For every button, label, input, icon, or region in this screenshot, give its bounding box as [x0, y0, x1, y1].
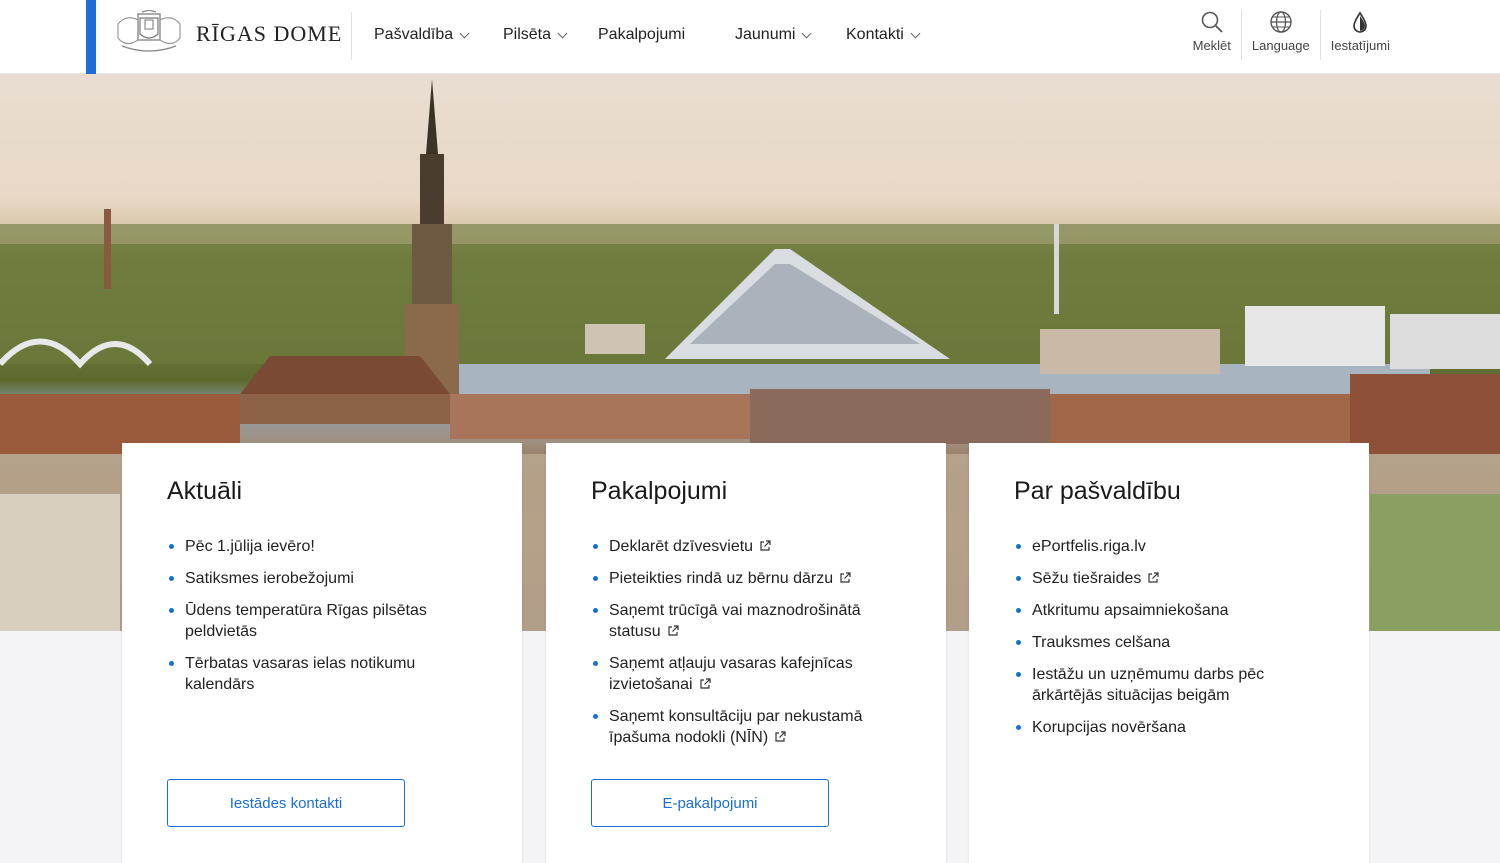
- settings-button[interactable]: Iestatījumi: [1319, 10, 1400, 60]
- nav-item-pilseta[interactable]: Pilsēta: [503, 26, 598, 44]
- institution-contacts-button[interactable]: Iestādes kontakti: [167, 779, 405, 827]
- main-nav: Pašvaldība Pilsēta Pakalpojumi Jaunumi K…: [374, 0, 946, 70]
- card-list: Pēc 1.jūlija ievēro! Satiksmes ierobežoj…: [167, 536, 477, 695]
- list-item[interactable]: Saņemt konsultāciju par nekustamā īpašum…: [591, 706, 901, 748]
- drop-icon: [1353, 11, 1368, 33]
- list-item[interactable]: Pieteikties rindā uz bērnu dārzu: [591, 568, 901, 589]
- card-aktuali: Aktuāli Pēc 1.jūlija ievēro! Satiksmes i…: [122, 443, 522, 863]
- nav-item-kontakti[interactable]: Kontakti: [846, 26, 946, 44]
- list-item[interactable]: Deklarēt dzīvesvietu: [591, 536, 901, 557]
- site-header: RĪGAS DOME Pašvaldība Pilsēta Pakalpojum…: [0, 0, 1500, 74]
- card-title: Aktuāli: [167, 477, 243, 505]
- accent-bar: [86, 0, 96, 74]
- e-services-button[interactable]: E-pakalpojumi: [591, 779, 829, 827]
- list-item[interactable]: Satiksmes ierobežojumi: [167, 568, 477, 589]
- external-link-icon: [840, 572, 851, 583]
- globe-icon: [1270, 11, 1292, 33]
- list-item[interactable]: Iestāžu un uzņēmumu darbs pēc ārkārtējās…: [1014, 664, 1324, 706]
- list-item[interactable]: Ūdens temperatūra Rīgas pilsētas peldvie…: [167, 600, 477, 642]
- nav-label: Kontakti: [846, 26, 904, 43]
- list-item[interactable]: ePortfelis.riga.lv: [1014, 536, 1324, 557]
- list-item[interactable]: Saņemt trūcīgā vai maznodrošinātā status…: [591, 600, 901, 642]
- logo-divider: [351, 12, 352, 60]
- language-label: Language: [1251, 38, 1310, 53]
- search-label: Meklēt: [1192, 38, 1231, 53]
- nav-label: Pakalpojumi: [598, 26, 686, 43]
- card-list: ePortfelis.riga.lv Sēžu tiešraides Atkri…: [1014, 536, 1324, 738]
- card-title: Par pašvaldību: [1014, 477, 1181, 505]
- nav-item-jaunumi[interactable]: Jaunumi: [735, 26, 846, 44]
- settings-label: Iestatījumi: [1330, 38, 1390, 53]
- chevron-down-icon: [459, 28, 470, 38]
- card-par-pasvaldibu: Par pašvaldību ePortfelis.riga.lv Sēžu t…: [969, 443, 1369, 863]
- site-logo[interactable]: RĪGAS DOME: [112, 9, 343, 58]
- external-link-icon: [775, 731, 786, 742]
- list-item[interactable]: Trauksmes celšana: [1014, 632, 1324, 653]
- external-link-icon: [667, 625, 679, 636]
- search-icon: [1201, 11, 1223, 33]
- external-link-icon: [760, 540, 771, 551]
- list-item[interactable]: Tērbatas vasaras ielas notikumu kalendār…: [167, 653, 477, 695]
- list-item[interactable]: Saņemt atļauju vasaras kafejnīcas izviet…: [591, 653, 901, 695]
- header-tools: Meklēt Language Iestatījumi: [1183, 10, 1400, 60]
- list-item[interactable]: Sēžu tiešraides: [1014, 568, 1324, 589]
- chevron-down-icon: [557, 28, 568, 38]
- nav-label: Pašvaldība: [374, 26, 454, 43]
- nav-label: Pilsēta: [503, 26, 552, 43]
- chevron-down-icon: [802, 28, 812, 38]
- list-item[interactable]: Korupcijas novēršana: [1014, 717, 1324, 738]
- language-button[interactable]: Language: [1240, 10, 1320, 60]
- nav-item-pasvaldiba[interactable]: Pašvaldība: [374, 26, 503, 44]
- chevron-down-icon: [910, 28, 921, 38]
- nav-label: Jaunumi: [735, 26, 796, 43]
- coat-of-arms-icon: [112, 9, 186, 58]
- list-item[interactable]: Pēc 1.jūlija ievēro!: [167, 536, 477, 557]
- external-link-icon: [1148, 572, 1159, 583]
- search-button[interactable]: Meklēt: [1183, 10, 1241, 60]
- card-pakalpojumi: Pakalpojumi Deklarēt dzīvesvietu Pieteik…: [546, 443, 946, 863]
- card-title: Pakalpojumi: [591, 477, 728, 505]
- card-list: Deklarēt dzīvesvietu Pieteikties rindā u…: [591, 536, 901, 748]
- external-link-icon: [700, 678, 711, 689]
- list-item[interactable]: Atkritumu apsaimniekošana: [1014, 600, 1324, 621]
- logo-text: RĪGAS DOME: [196, 21, 343, 46]
- nav-item-pakalpojumi[interactable]: Pakalpojumi: [598, 26, 735, 44]
